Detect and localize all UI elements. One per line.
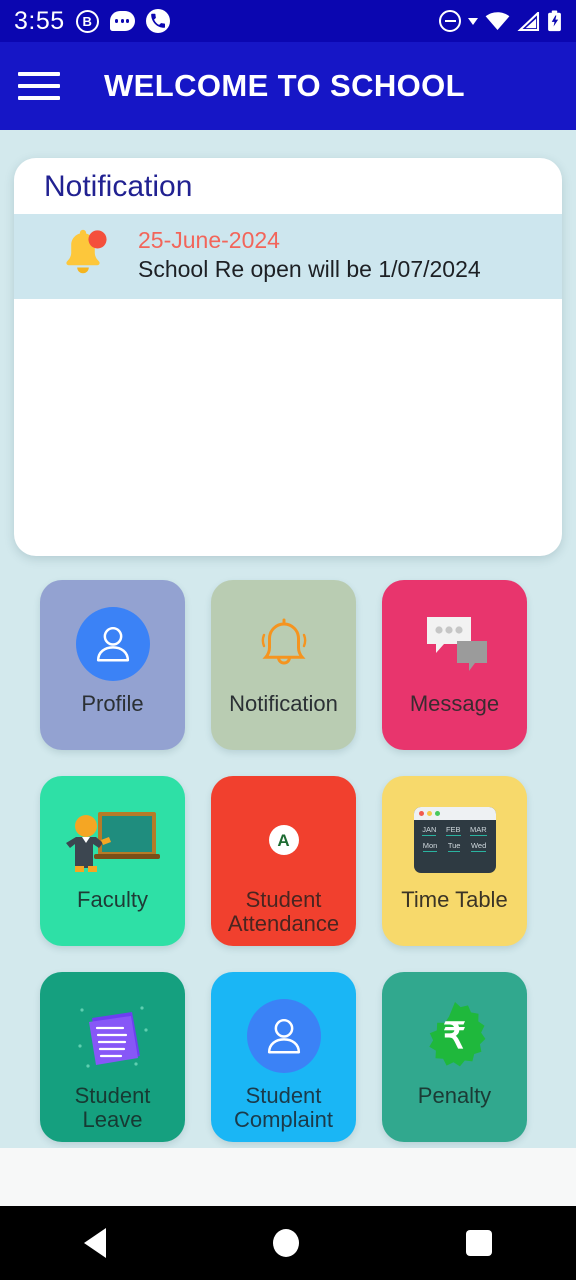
tile-notification[interactable]: Notification bbox=[211, 580, 356, 750]
tile-label: Penalty bbox=[417, 1083, 492, 1108]
calendar-month: FEB bbox=[445, 825, 461, 836]
notification-card: Notification 25-June-2024 School Re open… bbox=[14, 158, 562, 556]
rupee-symbol: ₹ bbox=[443, 1015, 466, 1056]
tile-label: Faculty bbox=[77, 887, 148, 912]
tile-icon-wrap bbox=[74, 988, 152, 1084]
status-bar-left: 3:55 B bbox=[14, 7, 170, 36]
tile-profile[interactable]: Profile bbox=[40, 580, 185, 750]
app-bar: WELCOME TO SCHOOL bbox=[0, 42, 576, 130]
attendance-grade-letter: A bbox=[277, 830, 290, 850]
hamburger-menu-icon[interactable] bbox=[18, 72, 76, 100]
bottom-white-strip bbox=[0, 1148, 576, 1206]
rupee-badge-icon: ₹ bbox=[419, 1000, 491, 1072]
tile-icon-wrap bbox=[246, 988, 321, 1084]
tile-student-complaint[interactable]: Student Complaint bbox=[211, 972, 356, 1142]
chat-bubble-icon bbox=[109, 11, 135, 31]
home-button[interactable] bbox=[272, 1229, 299, 1257]
tile-label: Student Complaint bbox=[233, 1083, 334, 1132]
status-bar-right bbox=[439, 10, 562, 32]
tile-icon-wrap bbox=[75, 596, 150, 692]
app-screen: 3:55 B WELCOME TO SCHOOL Notification 25… bbox=[0, 0, 576, 1280]
tile-label: Message bbox=[409, 691, 500, 716]
status-bar-clock: 3:55 bbox=[14, 6, 65, 35]
documents-stack-icon bbox=[77, 1006, 148, 1068]
caret-down-icon bbox=[468, 17, 478, 25]
cellular-signal-icon bbox=[517, 11, 540, 31]
chat-bubbles-icon bbox=[426, 617, 487, 671]
calendar-month: MAR bbox=[470, 825, 487, 836]
phone-call-icon bbox=[145, 9, 170, 33]
calendar-days-row: Mon Tue Wed bbox=[418, 841, 492, 852]
tile-label: Student Attendance bbox=[227, 887, 340, 936]
calendar-month: JAN bbox=[422, 825, 437, 836]
notification-date: 25-June-2024 bbox=[138, 227, 280, 254]
status-bar: 3:55 B bbox=[0, 0, 576, 42]
tile-icon-wrap bbox=[413, 596, 497, 692]
wifi-icon bbox=[485, 11, 510, 31]
tile-icon-wrap bbox=[64, 792, 162, 888]
tile-student-leave[interactable]: Student Leave bbox=[40, 972, 185, 1142]
notification-message: School Re open will be 1/07/2024 bbox=[138, 255, 481, 282]
tile-icon-wrap: ₹ bbox=[419, 988, 491, 1084]
calendar-months-row: JAN FEB MAR bbox=[418, 825, 492, 836]
calendar-window-icon: JAN FEB MAR Mon Tue Wed bbox=[413, 807, 496, 873]
user-avatar-icon bbox=[246, 999, 321, 1073]
notification-list-item[interactable]: 25-June-2024 School Re open will be 1/07… bbox=[14, 214, 562, 299]
tile-message[interactable]: Message bbox=[382, 580, 527, 750]
attendance-grade-a-icon: A bbox=[268, 825, 299, 855]
calendar-day: Wed bbox=[470, 841, 487, 852]
tile-label: Time Table bbox=[401, 887, 508, 912]
back-button[interactable] bbox=[83, 1228, 106, 1258]
bell-outline-icon bbox=[261, 618, 306, 665]
bell-with-badge-icon bbox=[54, 224, 116, 287]
tile-icon-wrap: A bbox=[268, 792, 299, 888]
teacher-blackboard-icon bbox=[65, 812, 160, 872]
tile-student-attendance[interactable]: A Student Attendance bbox=[211, 776, 356, 946]
user-avatar-icon bbox=[75, 607, 150, 681]
menu-grid: Profile Notification Message Faculty A S… bbox=[40, 580, 536, 1142]
tile-label: Student Leave bbox=[74, 1083, 151, 1132]
tile-penalty[interactable]: ₹ Penalty bbox=[382, 972, 527, 1142]
tile-icon-wrap bbox=[248, 596, 320, 692]
recents-button[interactable] bbox=[466, 1230, 493, 1256]
notification-text-block: 25-June-2024 School Re open will be 1/07… bbox=[138, 226, 481, 285]
calendar-day: Tue bbox=[447, 841, 461, 852]
tile-label: Notification bbox=[229, 691, 338, 716]
badge-b-icon: B bbox=[75, 9, 99, 33]
notification-card-heading: Notification bbox=[44, 170, 193, 203]
android-navigation-bar bbox=[0, 1206, 576, 1280]
tile-time-table[interactable]: JAN FEB MAR Mon Tue Wed Time Table bbox=[382, 776, 527, 946]
tile-label: Profile bbox=[81, 691, 144, 716]
battery-charging-icon bbox=[547, 10, 562, 32]
window-titlebar bbox=[413, 807, 496, 820]
page-title: WELCOME TO SCHOOL bbox=[104, 68, 465, 103]
tile-icon-wrap: JAN FEB MAR Mon Tue Wed bbox=[413, 792, 496, 888]
calendar-day: Mon bbox=[422, 841, 438, 852]
tile-faculty[interactable]: Faculty bbox=[40, 776, 185, 946]
calendar-body: JAN FEB MAR Mon Tue Wed bbox=[414, 820, 496, 862]
do-not-disturb-icon bbox=[439, 10, 461, 32]
